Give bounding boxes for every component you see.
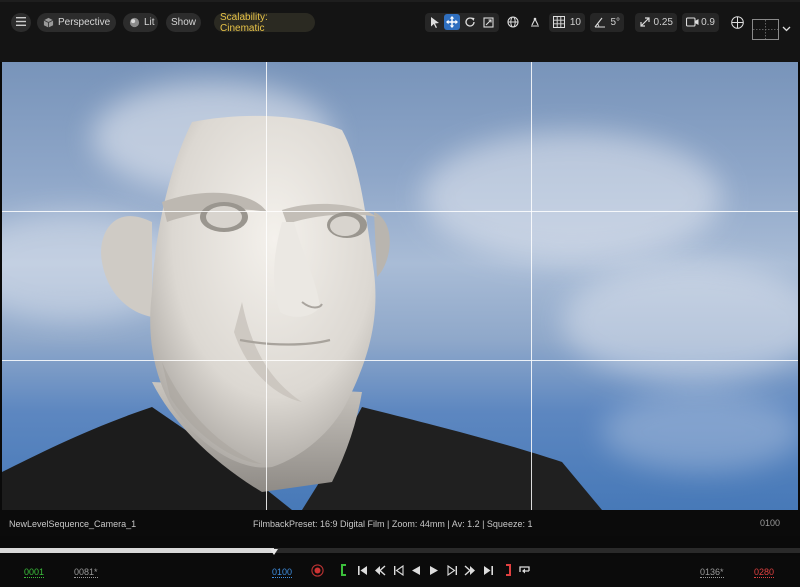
perspective-button[interactable]: Perspective (37, 13, 116, 32)
world-globe-icon (507, 16, 519, 28)
step-forward-frame-icon (446, 564, 458, 578)
jump-start-icon (357, 565, 368, 578)
scalability-button[interactable]: Scalability: Cinematic (214, 11, 315, 34)
step-forward-frame-button[interactable] (445, 564, 459, 578)
grid-icon (553, 16, 565, 31)
viewport-layout-button[interactable] (752, 19, 779, 40)
timeline-scrubber[interactable] (0, 548, 800, 553)
scale-snap-value: 0.25 (653, 17, 673, 28)
record-button[interactable] (310, 563, 324, 579)
rotation-snap-value: 5° (610, 17, 620, 28)
current-frame-readout: 0100 (759, 518, 780, 528)
record-icon (310, 563, 324, 579)
camera-speed-value: 0.9 (701, 17, 715, 28)
scalability-label: Scalability: Cinematic (220, 11, 268, 34)
rotate-tool-button[interactable] (462, 14, 478, 30)
world-space-button[interactable] (505, 14, 521, 30)
translate-icon (446, 16, 458, 28)
lit-label: Lit (144, 17, 155, 28)
step-forward-key-button[interactable] (463, 564, 477, 578)
loop-icon (518, 564, 532, 578)
select-tool-button[interactable] (427, 14, 443, 30)
lit-button[interactable]: Lit (123, 13, 158, 32)
viewport-layout-dropdown[interactable] (780, 23, 792, 35)
rule-of-thirds-line (266, 62, 267, 510)
step-back-key-button[interactable] (373, 564, 387, 578)
play-button[interactable] (427, 564, 441, 578)
grid-snap-value: 10 (569, 17, 581, 28)
show-label: Show (171, 17, 197, 28)
perspective-cube-icon (43, 17, 54, 28)
step-back-key-icon (374, 564, 386, 578)
scale-arrow-icon (639, 16, 651, 31)
hamburger-menu-icon (16, 16, 26, 29)
select-arrow-icon (430, 16, 440, 28)
character-head-render (2, 115, 602, 510)
perspective-label: Perspective (58, 17, 111, 28)
viewport-menu-button[interactable] (11, 13, 31, 32)
layout-grid-button[interactable] (729, 14, 745, 30)
camera-viewport[interactable] (2, 62, 798, 510)
scale-snap-button[interactable]: 0.25 (635, 13, 677, 32)
mark-in-icon (340, 564, 348, 578)
grid-snap-button[interactable]: 10 (549, 13, 585, 32)
chevron-down-icon (782, 26, 791, 32)
camera-name: NewLevelSequence_Camera_1 (9, 519, 137, 529)
surface-snap-button[interactable] (527, 14, 543, 30)
jump-to-start-button[interactable] (355, 564, 369, 578)
mark-out-button[interactable] (501, 564, 515, 578)
rotation-snap-button[interactable]: 5° (590, 13, 624, 32)
play-reverse-icon (411, 565, 421, 578)
loop-button[interactable] (518, 564, 532, 578)
rule-of-thirds-line (531, 62, 532, 510)
viewport-toolbar: Perspective Lit Show Scalability: Cinema… (0, 0, 800, 62)
rotate-icon (464, 16, 476, 28)
rule-of-thirds-line (2, 211, 798, 212)
show-button[interactable]: Show (166, 13, 201, 32)
angle-icon (594, 17, 606, 31)
play-icon (429, 565, 439, 578)
step-back-frame-icon (393, 564, 404, 578)
camera-speed-button[interactable]: 0.9 (682, 13, 719, 32)
mark-out-icon (504, 564, 512, 578)
mark-in-button[interactable] (337, 564, 351, 578)
current-frame-field[interactable]: 0100 (272, 567, 293, 578)
filmback-info: FilmbackPreset: 16:9 Digital Film | Zoom… (253, 519, 533, 529)
layout-grid-icon (730, 15, 744, 29)
step-back-frame-button[interactable] (391, 564, 405, 578)
end-frame[interactable]: 0280 (754, 567, 775, 578)
camera-info-bar: NewLevelSequence_Camera_1 FilmbackPreset… (0, 510, 800, 536)
jump-end-icon (483, 565, 494, 578)
rule-of-thirds-line (2, 360, 798, 361)
scale-tool-button[interactable] (480, 14, 496, 30)
translate-tool-button[interactable] (444, 14, 460, 30)
transport-bar: 0001 0081* 0100 0136* 0280 (0, 556, 800, 587)
playhead-handle[interactable] (270, 544, 279, 555)
viewport-layout-icon (753, 20, 778, 43)
play-reverse-button[interactable] (409, 564, 423, 578)
range-end-frame[interactable]: 0136* (700, 567, 724, 578)
scale-icon (482, 16, 494, 28)
surface-snap-icon (529, 16, 541, 28)
step-forward-key-icon (464, 564, 476, 578)
jump-to-end-button[interactable] (481, 564, 495, 578)
range-start-frame[interactable]: 0081* (74, 567, 98, 578)
timeline-progress-fill (0, 548, 275, 553)
camera-icon (685, 17, 699, 30)
start-frame[interactable]: 0001 (24, 567, 45, 578)
lit-sphere-icon (129, 17, 140, 28)
